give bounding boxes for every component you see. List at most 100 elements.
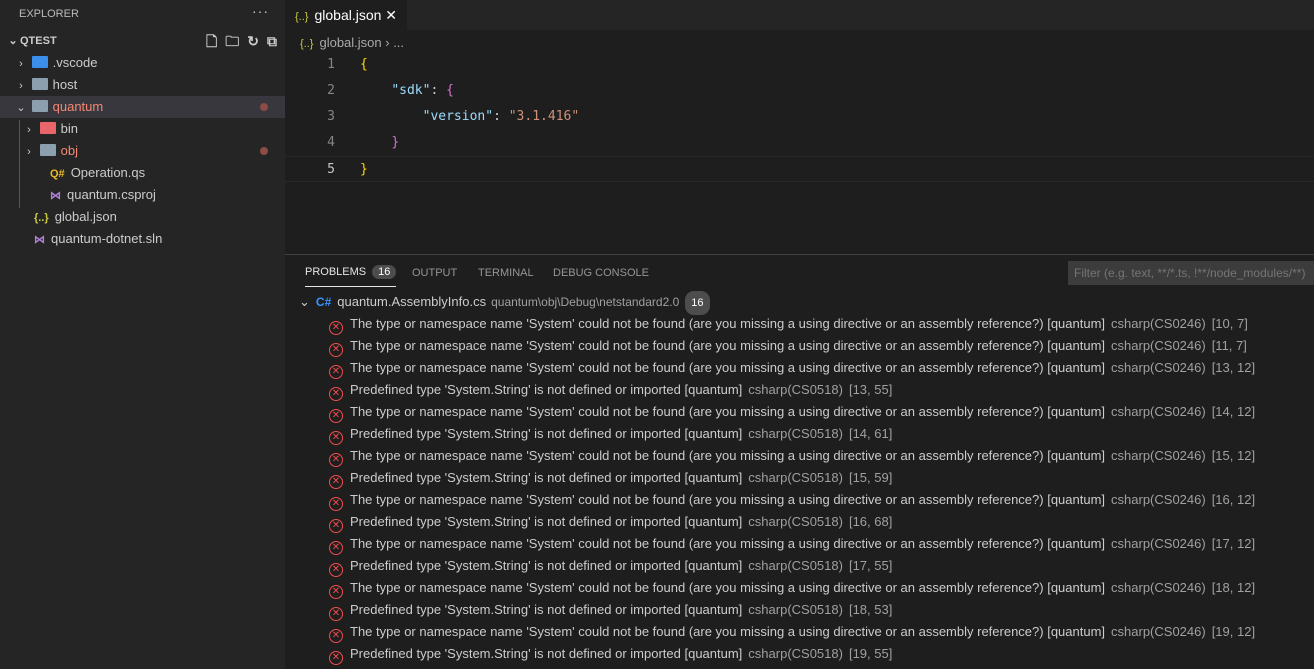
- problem-location: [17, 12]: [1211, 536, 1256, 551]
- workspace-section[interactable]: ⌄ QTEST 🗋 🗀 ↻ ⧉: [0, 30, 285, 52]
- new-folder-icon[interactable]: 🗀: [225, 30, 239, 52]
- tree-item[interactable]: › obj: [0, 140, 285, 162]
- refresh-icon[interactable]: ↻: [247, 30, 259, 52]
- tab-label: global.json: [314, 7, 382, 23]
- breadcrumb-rest[interactable]: › ...: [385, 35, 404, 50]
- tree-item-label: quantum: [52, 99, 104, 114]
- indent-guide: [19, 120, 20, 208]
- problem-row[interactable]: ✕ The type or namespace name 'System' cou…: [285, 335, 1314, 357]
- problems-filter-input[interactable]: [1068, 261, 1314, 285]
- problem-row[interactable]: ✕ Predefined type 'System.String' is not …: [285, 599, 1314, 621]
- tab-output[interactable]: OUTPUT: [412, 267, 457, 289]
- chevron-right-icon: ›: [27, 146, 31, 158]
- problem-row[interactable]: ✕ The type or namespace name 'System' cou…: [285, 621, 1314, 643]
- problem-source: csharp(CS0246): [1111, 580, 1206, 595]
- code-token: "version": [422, 109, 494, 124]
- tab-problems[interactable]: PROBLEMS 16: [305, 265, 397, 287]
- new-file-icon[interactable]: 🗋: [206, 30, 217, 52]
- problem-row[interactable]: ✕ Predefined type 'System.String' is not …: [285, 467, 1314, 489]
- close-icon[interactable]: ✕: [385, 0, 397, 30]
- tree-item[interactable]: {..} global.json: [0, 206, 285, 228]
- problem-location: [16, 12]: [1211, 492, 1256, 507]
- problem-file-group[interactable]: ⌄ C# quantum.AssemblyInfo.cs quantum\obj\De…: [285, 291, 1314, 315]
- code-editor[interactable]: 1{2 "sdk": {3 "version": "3.1.416" 4 } 5}: [285, 52, 1314, 242]
- error-icon: ✕: [329, 519, 343, 533]
- file-type-icon: {..}: [34, 212, 49, 224]
- collapse-all-icon[interactable]: ⧉: [267, 30, 277, 52]
- folder-icon: [39, 122, 56, 134]
- problem-source: csharp(CS0518): [748, 514, 843, 529]
- code-token: }: [360, 162, 368, 177]
- problem-message: The type or namespace name 'System' coul…: [350, 448, 1106, 463]
- problem-message: Predefined type 'System.String' is not d…: [350, 646, 743, 661]
- problem-location: [10, 7]: [1211, 316, 1248, 331]
- problem-row[interactable]: ✕ The type or namespace name 'System' cou…: [285, 401, 1314, 423]
- problem-message: The type or namespace name 'System' coul…: [350, 404, 1106, 419]
- tree-item[interactable]: › host: [0, 74, 285, 96]
- problem-row[interactable]: ✕ The type or namespace name 'System' cou…: [285, 313, 1314, 335]
- error-icon: ✕: [329, 431, 343, 445]
- problem-message: The type or namespace name 'System' coul…: [350, 624, 1106, 639]
- problem-row[interactable]: ✕ The type or namespace name 'System' cou…: [285, 357, 1314, 379]
- error-icon: ✕: [329, 651, 343, 665]
- problem-row[interactable]: ✕ Predefined type 'System.String' is not …: [285, 643, 1314, 665]
- problem-message: Predefined type 'System.String' is not d…: [350, 602, 743, 617]
- problem-message: Predefined type 'System.String' is not d…: [350, 558, 743, 573]
- tree-item[interactable]: Q# Operation.qs: [0, 162, 285, 184]
- tree-item-label: quantum-dotnet.sln: [51, 231, 163, 246]
- problem-row[interactable]: ✕ The type or namespace name 'System' cou…: [285, 489, 1314, 511]
- problem-source: csharp(CS0246): [1111, 492, 1206, 507]
- error-icon: ✕: [329, 409, 343, 423]
- code-token: }: [391, 135, 400, 150]
- workspace-name: QTEST: [20, 35, 57, 47]
- folder-icon: [31, 100, 48, 112]
- problem-row[interactable]: ✕ The type or namespace name 'System' cou…: [285, 533, 1314, 555]
- problem-source: csharp(CS0518): [748, 646, 843, 661]
- code-text: {: [360, 52, 368, 78]
- code-text: "version": "3.1.416": [360, 104, 580, 130]
- problem-source: csharp(CS0246): [1111, 624, 1206, 639]
- problem-row[interactable]: ✕ Predefined type 'System.String' is not …: [285, 555, 1314, 577]
- bottom-panel: PROBLEMS 16 OUTPUT TERMINAL DEBUG CONSOLE…: [285, 254, 1314, 669]
- problem-source: csharp(CS0246): [1111, 338, 1206, 353]
- line-number: 1: [327, 57, 335, 72]
- error-icon: ✕: [329, 387, 343, 401]
- file-problem-count: 16: [685, 291, 710, 315]
- problem-source: csharp(CS0246): [1111, 316, 1206, 331]
- breadcrumb-file[interactable]: global.json: [319, 35, 381, 50]
- code-token: :: [430, 83, 447, 98]
- code-line: 5}: [285, 156, 1314, 182]
- file-type-icon: ⋈: [34, 234, 45, 246]
- problem-message: The type or namespace name 'System' coul…: [350, 316, 1106, 331]
- error-icon: ✕: [329, 321, 343, 335]
- json-file-icon: {..}: [300, 38, 314, 50]
- tab-debug-console[interactable]: DEBUG CONSOLE: [553, 267, 649, 289]
- json-file-icon: {..}: [295, 11, 309, 23]
- tree-item[interactable]: › bin: [0, 118, 285, 140]
- problem-location: [15, 12]: [1211, 448, 1256, 463]
- tree-item[interactable]: ⌄ quantum: [0, 96, 285, 118]
- tree-item[interactable]: ⋈ quantum.csproj: [0, 184, 285, 206]
- file-name: quantum.AssemblyInfo.cs: [337, 294, 487, 309]
- problem-location: [19, 12]: [1211, 624, 1256, 639]
- code-text: }: [360, 130, 399, 156]
- tree-item[interactable]: › .vscode: [0, 52, 285, 74]
- tab-global-json[interactable]: {..} global.json ✕: [285, 0, 407, 30]
- error-icon: ✕: [329, 585, 343, 599]
- problem-row[interactable]: ✕ The type or namespace name 'System' cou…: [285, 445, 1314, 467]
- error-icon: ✕: [329, 365, 343, 379]
- problem-row[interactable]: ✕ Predefined type 'System.String' is not …: [285, 423, 1314, 445]
- problem-row[interactable]: ✕ Predefined type 'System.String' is not …: [285, 379, 1314, 401]
- problem-location: [16, 68]: [848, 514, 893, 529]
- chevron-right-icon: ›: [27, 124, 31, 136]
- line-number: 5: [327, 162, 335, 177]
- code-token: {: [360, 57, 368, 72]
- tab-terminal[interactable]: TERMINAL: [478, 267, 534, 289]
- problem-row[interactable]: ✕ Predefined type 'System.String' is not …: [285, 511, 1314, 533]
- problem-row[interactable]: ✕ The type or namespace name 'System' cou…: [285, 577, 1314, 599]
- problem-message: Predefined type 'System.String' is not d…: [350, 514, 743, 529]
- code-line: 4 }: [285, 130, 1314, 156]
- more-actions-icon[interactable]: ···: [252, 3, 269, 19]
- tree-item[interactable]: ⋈ quantum-dotnet.sln: [0, 228, 285, 250]
- problem-message: Predefined type 'System.String' is not d…: [350, 426, 743, 441]
